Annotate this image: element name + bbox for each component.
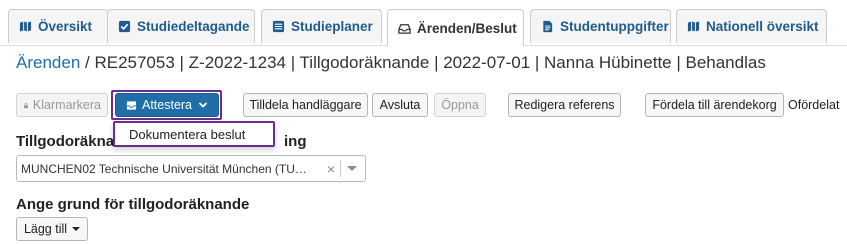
tab-studiedeltagande[interactable]: Studiedeltagande [107,9,255,43]
assignment-status: Ofördelat [788,98,840,112]
inbox-icon [398,23,411,34]
caret-down-icon [72,227,81,231]
chevron-down-icon[interactable] [347,166,357,171]
map-icon [19,21,32,32]
tab-label: Studieplaner [291,19,373,34]
select-divider [340,160,341,177]
oppna-label: Öppna [441,98,479,112]
breadcrumb: Ärenden / RE257053 | Z-2022-1234 | Tillg… [16,53,766,73]
avsluta-button[interactable]: Avsluta [372,93,428,117]
tilldela-label: Tilldela handläggare [249,98,362,112]
oppna-button[interactable]: Öppna [434,93,486,117]
tillgodoraknas-select[interactable]: MUNCHEN02 Technische Universität München… [16,155,366,182]
lagg-till-button[interactable]: Lägg till [16,217,88,241]
map-icon [687,21,700,32]
tab-label: Studiedeltagande [137,19,250,34]
breadcrumb-details: / RE257053 | Z-2022-1234 | Tillgodoräkna… [80,53,766,72]
tab-label: Studentuppgifter [560,19,669,34]
attestera-dropdown-menu: Dokumentera beslut [113,121,275,147]
tab-studentuppgifter[interactable]: Studentuppgifter [530,9,671,43]
tab-bar: Översikt Studiedeltagande Studieplaner Ä… [0,0,847,46]
tab-arenden-beslut[interactable]: Ärenden/Beslut [387,9,524,46]
tab-label: Översikt [38,19,93,34]
klarmarkera-label: Klarmarkera [32,98,101,112]
menu-item-dokumentera-beslut[interactable]: Dokumentera beslut [129,127,245,142]
tab-label: Ärenden/Beslut [417,20,517,36]
tab-studieplaner[interactable]: Studieplaner [261,9,382,43]
fordela-till-arendekorg-button[interactable]: Fördela till ärendekorg [645,93,784,117]
tillgodoraknas-label: Tillgodoräknas ing [16,133,307,150]
ange-grund-label: Ange grund för tillgodoräknande [16,196,250,213]
tillgodoraknas-label-end: ing [284,133,307,150]
tab-oversikt[interactable]: Översikt [8,9,108,43]
list-icon [272,20,285,33]
breadcrumb-arenden-link[interactable]: Ärenden [16,53,80,72]
fordela-label: Fördela till ärendekorg [652,98,777,112]
tilldela-handlaggare-button[interactable]: Tilldela handläggare [243,93,368,117]
tab-nationell-oversikt[interactable]: Nationell översikt [676,9,827,43]
redigera-referens-button[interactable]: Redigera referens [508,93,621,117]
document-icon [543,20,553,33]
selected-value: MUNCHEN02 Technische Universität München… [21,161,307,176]
clear-icon[interactable]: × [327,161,335,177]
klarmarkera-button[interactable]: Klarmarkera [16,93,108,117]
checkbox-icon [118,20,131,33]
focus-highlight [111,90,222,120]
tillgodoraknas-label-start: Tillgodoräknas [16,133,123,150]
lock-icon [23,102,28,108]
tab-label: Nationell översikt [706,19,819,34]
lagg-till-label: Lägg till [23,222,68,236]
redigera-label: Redigera referens [514,98,615,112]
avsluta-label: Avsluta [379,98,421,112]
